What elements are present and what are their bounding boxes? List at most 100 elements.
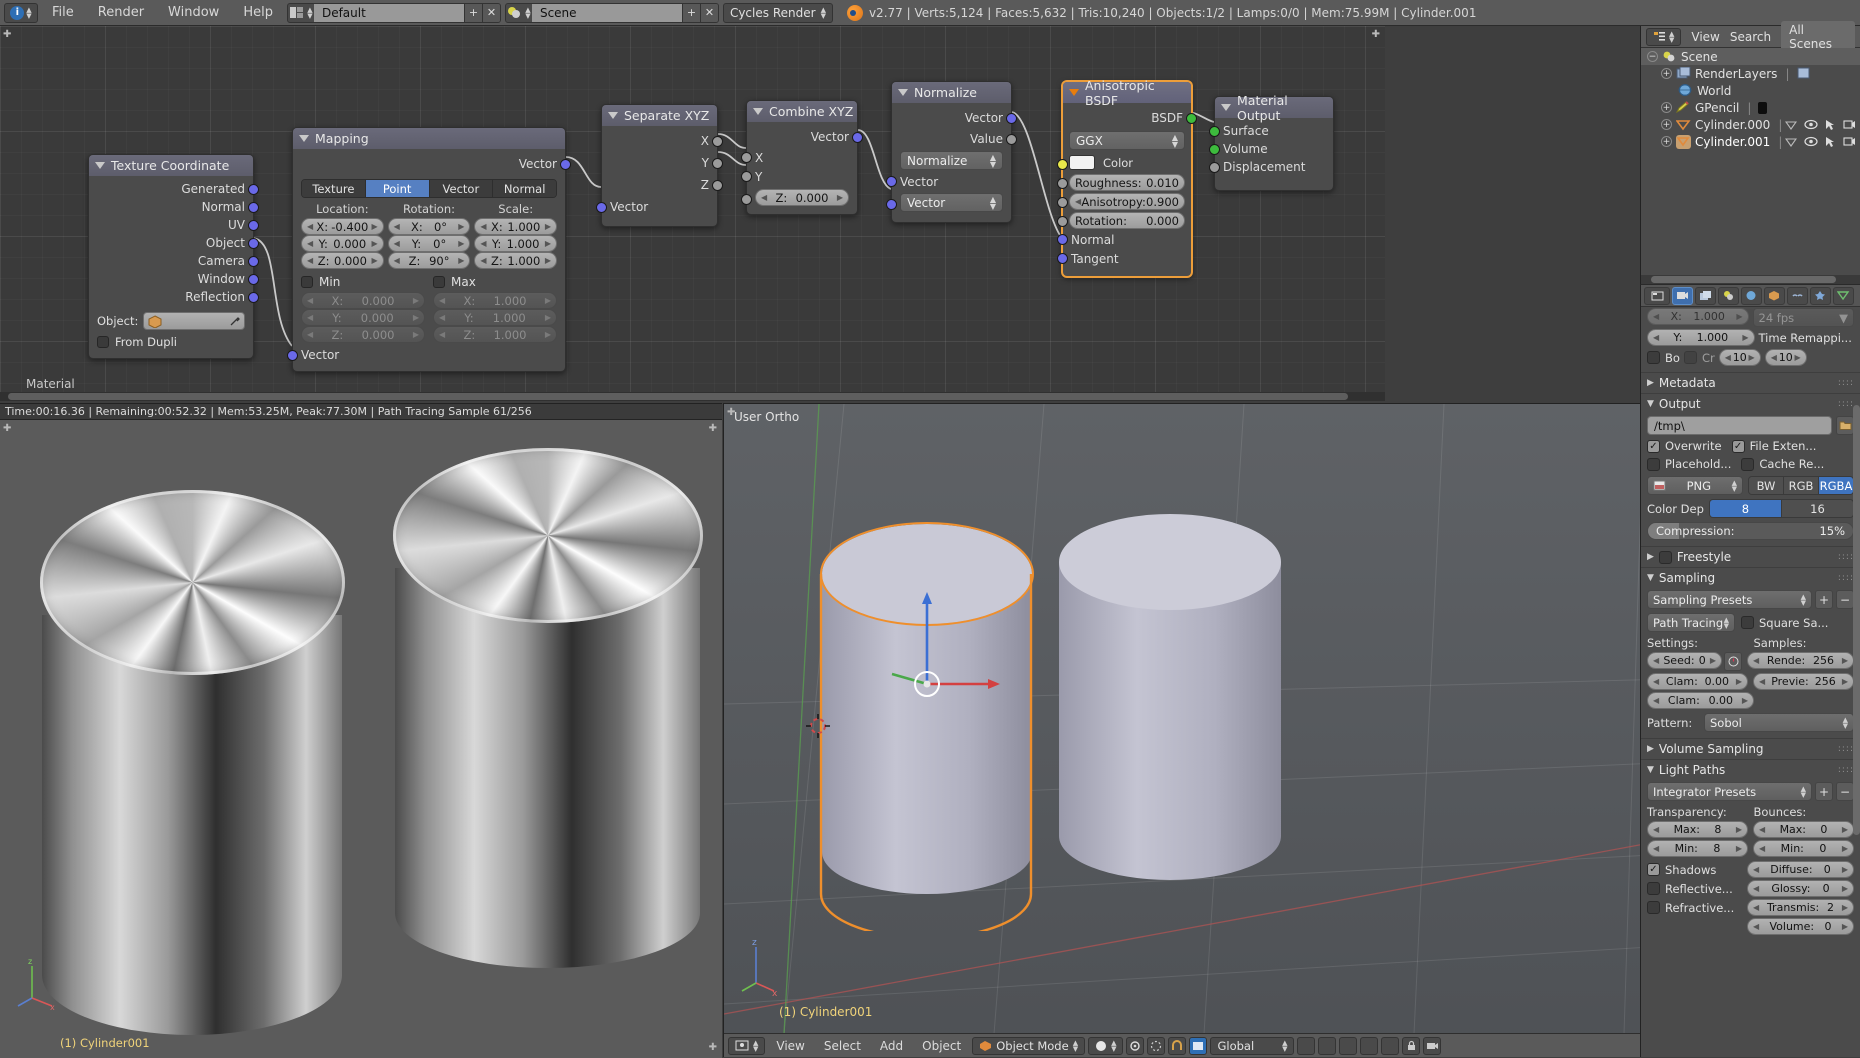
socket-vector-output[interactable]	[1006, 112, 1017, 124]
outliner-menu-view[interactable]: View	[1691, 30, 1719, 44]
transparency-min-field[interactable]: ◀ Min: 8 ▶	[1647, 840, 1748, 857]
grip-dots-icon[interactable]: ::::	[1838, 744, 1854, 754]
socket-displacement-input[interactable]	[1209, 161, 1220, 173]
distribution-dropdown[interactable]: GGX ▲ ▼	[1069, 131, 1185, 150]
socket-vector-input[interactable]	[886, 176, 897, 187]
transparency-max-field[interactable]: ◀ Max: 8 ▶	[1647, 821, 1748, 838]
socket-tangent-input[interactable]	[1057, 253, 1068, 264]
cursor-arrow-icon[interactable]	[1825, 119, 1836, 131]
square-samples-group[interactable]: Square Sa...	[1741, 616, 1828, 630]
viewport-mode-selector[interactable]: Object Mode ▲ ▼	[972, 1036, 1086, 1055]
eye-icon[interactable]	[1804, 136, 1818, 147]
render-engine-selector[interactable]: Cycles Render ▲ ▼	[722, 2, 833, 23]
outliner-panel[interactable]: ▲ ▼ View Search All Scenes − Scene + Rend…	[1640, 20, 1860, 284]
viewport-cylinder-second[interactable]	[1059, 514, 1281, 909]
viewport-menu-object[interactable]: Object	[914, 1037, 969, 1055]
tab-modifiers[interactable]	[1810, 286, 1831, 305]
socket-vector-input[interactable]	[596, 201, 607, 213]
layer-button-3[interactable]	[1339, 1036, 1358, 1055]
socket-x-output[interactable]	[712, 135, 723, 147]
socket-camera[interactable]	[248, 255, 259, 267]
tab-point[interactable]: Point	[365, 180, 430, 197]
section-sampling[interactable]: ▼ Sampling ::::	[1641, 567, 1860, 588]
roughness-field[interactable]: Roughness: 0.010	[1069, 174, 1185, 191]
color-swatch[interactable]	[1069, 155, 1095, 170]
add-screen-button[interactable]: +	[463, 3, 482, 22]
mapping-type-tabs[interactable]: Texture Point Vector Normal	[301, 179, 557, 198]
outliner-menu-search[interactable]: Search	[1730, 30, 1771, 44]
diffuse-field[interactable]: ◀ Diffuse: 0 ▶	[1747, 861, 1854, 878]
expander-icon[interactable]: +	[1661, 102, 1672, 113]
remap-new-field[interactable]: ◀ 10 ▶	[1764, 349, 1807, 366]
normalize-operation-dropdown[interactable]: Normalize ▲ ▼	[900, 151, 1003, 170]
refractive-checkbox[interactable]	[1647, 901, 1660, 914]
socket-vector-input-2[interactable]	[886, 199, 897, 210]
socket-rotation-input[interactable]	[1057, 216, 1068, 227]
color-mode-rgba[interactable]: RGBA	[1819, 477, 1853, 494]
min-y-field[interactable]: ◀ Y: 0.000 ▶	[301, 309, 425, 326]
collapse-triangle-icon[interactable]	[898, 89, 908, 96]
min-z-field[interactable]: ◀ Z: 0.000 ▶	[301, 326, 425, 343]
section-freestyle[interactable]: ▶ Freestyle ::::	[1641, 546, 1860, 567]
viewport-cylinder-selected[interactable]	[819, 522, 1034, 931]
placeholders-group[interactable]: Placehold...	[1647, 457, 1731, 471]
layer-button-1[interactable]	[1297, 1036, 1316, 1055]
socket-normal[interactable]	[248, 201, 259, 213]
pivot-point-selector[interactable]	[1126, 1036, 1145, 1055]
object-picker[interactable]	[143, 312, 245, 330]
socket-uv[interactable]	[248, 219, 259, 231]
socket-vector-output[interactable]	[852, 131, 863, 143]
pattern-dropdown[interactable]: Sobol ▲ ▼	[1704, 713, 1854, 732]
tab-render[interactable]	[1672, 286, 1693, 305]
scale-z-field[interactable]: ◀ Z: 1.000 ▶	[474, 252, 558, 269]
render-camera-icon[interactable]	[1423, 1036, 1442, 1055]
menu-render[interactable]: Render	[88, 3, 154, 22]
socket-x-input[interactable]	[741, 152, 752, 163]
glossy-field[interactable]: ◀ Glossy: 0 ▶	[1747, 880, 1854, 897]
transmission-field[interactable]: ◀ Transmis: 2 ▶	[1747, 899, 1854, 916]
max-checkbox[interactable]	[433, 276, 445, 288]
bounces-min-field[interactable]: ◀ Min: 0 ▶	[1753, 840, 1854, 857]
color-depth-segment[interactable]: 8 16	[1708, 499, 1854, 518]
file-format-dropdown[interactable]: PNG ▲ ▼	[1647, 476, 1743, 495]
section-light-paths[interactable]: ▼ Light Paths ::::	[1641, 759, 1860, 780]
seed-field[interactable]: ◀ Seed: 0 ▶	[1647, 652, 1722, 669]
cache-result-checkbox[interactable]	[1741, 457, 1755, 471]
viewport-menu-view[interactable]: View	[768, 1037, 812, 1055]
color-mode-segment[interactable]: BW RGB RGBA	[1748, 476, 1854, 495]
shadows-checkbox[interactable]: ✓	[1647, 863, 1660, 876]
color-depth-8[interactable]: 8	[1709, 500, 1782, 517]
clamp-indirect-field[interactable]: ◀ Clam: 0.00 ▶	[1647, 692, 1754, 709]
collapse-triangle-icon[interactable]	[299, 135, 309, 142]
node-mapping[interactable]: Mapping Vector Texture Point Vector Norm…	[287, 127, 571, 372]
socket-y-output[interactable]	[712, 157, 723, 169]
overwrite-group[interactable]: ✓ Overwrite	[1647, 439, 1722, 453]
border-checkbox-group[interactable]: Bo	[1647, 351, 1680, 365]
remove-preset-button[interactable]: −	[1836, 590, 1854, 609]
node-texture-coordinate[interactable]: Texture Coordinate Generated Normal UV O…	[88, 154, 259, 359]
aspect-y-field[interactable]: ◀ Y: 1.000 ▶	[1647, 329, 1755, 346]
socket-window[interactable]	[248, 273, 259, 285]
socket-object[interactable]	[248, 237, 259, 249]
reflective-checkbox[interactable]	[1647, 882, 1660, 895]
tab-constraints[interactable]	[1787, 286, 1808, 305]
viewport-editor-type-selector[interactable]: ▲ ▼	[728, 1036, 766, 1055]
render-corner-br[interactable]: ✚	[709, 1042, 717, 1053]
min-checkbox[interactable]	[301, 276, 313, 288]
socket-anisotropy-input[interactable]	[1057, 197, 1068, 208]
viewport-menu-select[interactable]: Select	[816, 1037, 869, 1055]
tab-data[interactable]	[1833, 286, 1854, 305]
proportional-edit-icon[interactable]	[1147, 1036, 1166, 1055]
render-image[interactable]: ✚ ✚ z x (1) Cylinder001 ✚	[0, 420, 722, 1058]
cache-result-group[interactable]: Cache Re...	[1741, 457, 1824, 471]
mesh-data-icon[interactable]	[1785, 119, 1797, 131]
socket-surface-input[interactable]	[1209, 125, 1220, 137]
node-normalize[interactable]: Normalize Vector Value Normalize ▲ ▼ Vect…	[886, 81, 1017, 223]
socket-normal-input[interactable]	[1057, 234, 1068, 245]
tab-texture[interactable]: Texture	[302, 180, 366, 197]
anisotropy-field[interactable]: ◀ Anisotropy: 0.900	[1069, 193, 1185, 210]
freestyle-checkbox[interactable]	[1658, 550, 1672, 564]
grip-dots-icon[interactable]: ::::	[1838, 378, 1854, 388]
socket-vector-output[interactable]	[560, 158, 571, 170]
outliner-row-cylinder-001[interactable]: + Cylinder.001 |	[1641, 133, 1860, 150]
